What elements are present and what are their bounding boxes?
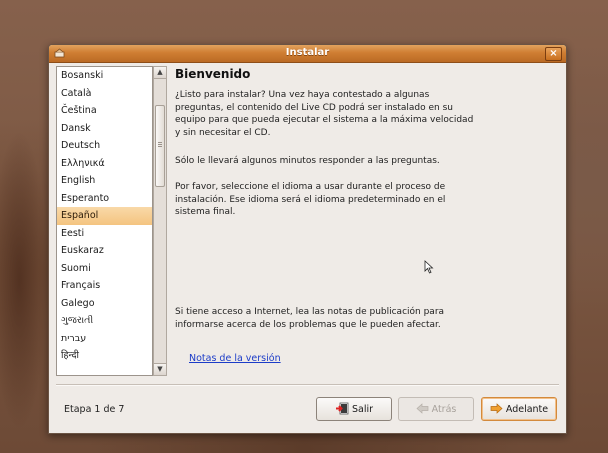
language-item[interactable]: Bosanski — [57, 67, 152, 85]
language-item[interactable]: Čeština — [57, 102, 152, 120]
release-notes-paragraph: Si tiene acceso a Internet, lea las nota… — [175, 307, 445, 330]
language-item[interactable]: Dansk — [57, 120, 152, 138]
language-item[interactable]: Galego — [57, 295, 152, 313]
language-item[interactable]: Esperanto — [57, 190, 152, 208]
back-label: Atrás — [431, 404, 457, 415]
scroll-down-icon[interactable]: ▼ — [154, 363, 166, 375]
back-arrow-icon — [416, 403, 428, 414]
release-notes-link[interactable]: Notas de la versión — [189, 353, 281, 364]
language-item[interactable]: Deutsch — [57, 137, 152, 155]
language-item[interactable]: Eesti — [57, 225, 152, 243]
language-item-selected[interactable]: Español — [57, 207, 152, 225]
language-list[interactable]: Bosanski Català Čeština Dansk Deutsch Ελληνικ… — [56, 66, 153, 376]
scroll-up-icon[interactable]: ▲ — [154, 67, 166, 79]
step-indicator: Etapa 1 de 7 — [64, 404, 125, 415]
language-item[interactable]: ગુજરાતી — [57, 312, 152, 330]
language-list-scrollbar[interactable]: ▲ ▼ — [153, 66, 167, 376]
title-bar[interactable]: Instalar × — [49, 45, 566, 63]
forward-button[interactable]: Adelante — [481, 397, 557, 421]
forward-arrow-icon — [490, 403, 503, 414]
language-item[interactable]: Català — [57, 85, 152, 103]
back-button[interactable]: Atrás — [398, 397, 474, 421]
language-item[interactable]: English — [57, 172, 152, 190]
intro-paragraph: ¿Listo para instalar? Una vez haya conte… — [175, 90, 474, 138]
mouse-pointer-icon — [424, 260, 434, 274]
wallpaper-art — [0, 130, 48, 430]
language-item[interactable]: Ελληνικά — [57, 155, 152, 173]
language-item[interactable]: हिन्दी — [57, 347, 152, 365]
quit-button[interactable]: Salir — [316, 397, 392, 421]
language-item[interactable]: עברית — [57, 330, 152, 348]
window-title: Instalar — [285, 47, 330, 58]
close-icon[interactable]: × — [545, 47, 562, 61]
scrollbar-thumb[interactable] — [155, 105, 165, 187]
language-item[interactable]: Euskaraz — [57, 242, 152, 260]
language-item[interactable]: Français — [57, 277, 152, 295]
page-title: Bienvenido — [175, 67, 251, 81]
grip-icon — [158, 142, 162, 143]
language-instruction-paragraph: Por favor, seleccione el idioma a usar d… — [175, 182, 446, 217]
installer-window: Instalar × Bosanski Català Čeština Dansk Deu… — [48, 44, 567, 434]
quit-icon — [335, 402, 349, 415]
quit-label: Salir — [351, 404, 374, 415]
forward-label: Adelante — [505, 404, 549, 415]
language-item[interactable]: Suomi — [57, 260, 152, 278]
duration-paragraph: Sólo le llevará algunos minutos responde… — [175, 156, 440, 166]
footer-separator — [56, 384, 559, 386]
